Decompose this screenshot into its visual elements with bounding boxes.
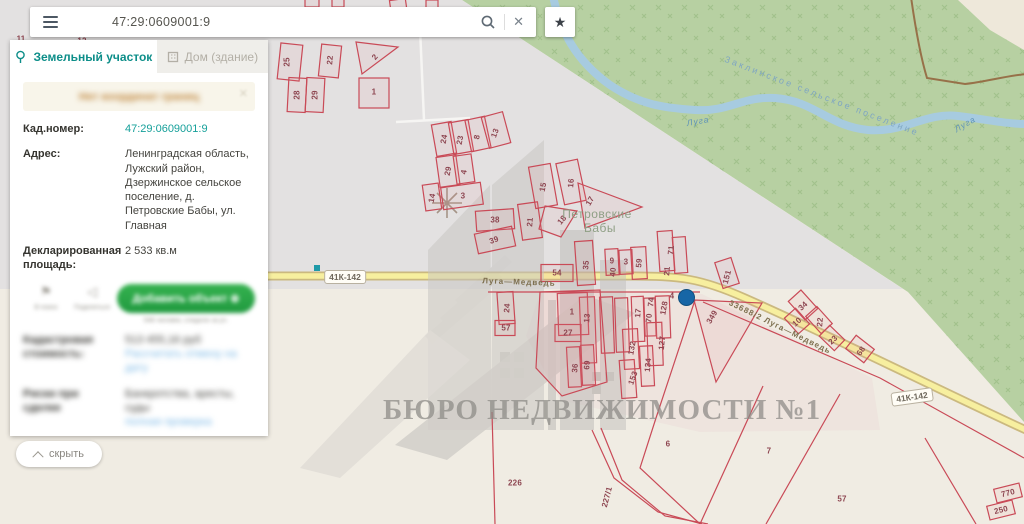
hide-panel-button[interactable]: скрыть — [16, 441, 102, 467]
bus-stop-icon — [314, 265, 320, 271]
field-area: Декларированная площадь: 2 533 кв.м — [23, 244, 255, 273]
panel-body: Нет координат границ ✕ Кад.номер: 47:29:… — [10, 73, 268, 436]
field-link[interactable]: Рассчитать отмену на дату — [125, 347, 255, 376]
cadastral-map-app: 1112252228292124238132943143839211516171… — [0, 0, 1024, 524]
add-object-caption: 548 человек, следили за уч. — [117, 317, 255, 324]
address-value: Ленинградская область, Лужский район, Дз… — [125, 147, 255, 233]
field-label: Риски при сделке — [23, 387, 115, 430]
actions-row: ⚑ В поиск ◁ Поделиться Добавить объект ⊕… — [23, 284, 255, 324]
field-cadastral-value: Кадастровая стоимость: 513 455,16 руб Ра… — [23, 333, 255, 376]
share-icon: ◁ — [69, 284, 115, 300]
banner-close-icon[interactable]: ✕ — [239, 87, 248, 100]
field-label: Адрес: — [23, 147, 115, 233]
field-value: Банкротства, аресты, суды — [125, 387, 255, 416]
panel-tabs: Земельный участок Дом (здание) — [10, 40, 268, 73]
tab-label: Земельный участок — [33, 50, 152, 64]
field-label: Декларированная площадь: — [23, 244, 115, 273]
field-cad-number: Кад.номер: 47:29:0609001:9 — [23, 122, 255, 136]
building-icon — [167, 51, 179, 63]
add-object-button[interactable]: Добавить объект ⊕ — [117, 284, 255, 313]
favorite-button[interactable]: ★ — [545, 7, 575, 37]
star-icon: ★ — [554, 14, 567, 31]
field-link[interactable]: полная проверка — [125, 415, 255, 429]
action-caption: В поиск — [23, 304, 69, 311]
tab-building[interactable]: Дом (здание) — [157, 40, 268, 73]
tab-land-parcel[interactable]: Земельный участок — [10, 40, 157, 73]
warning-banner: Нет координат границ ✕ — [23, 82, 255, 111]
flag-icon: ⚑ — [23, 284, 69, 300]
field-value: 513 455,16 руб — [125, 333, 255, 347]
area-value: 2 533 кв.м — [125, 244, 255, 273]
warning-banner-text: Нет координат границ — [79, 91, 199, 103]
divider — [504, 14, 505, 30]
search-bar[interactable]: 47:29:0609001:9 ✕ — [30, 7, 536, 37]
map-pin-icon — [14, 50, 27, 64]
tab-label: Дом (здание) — [185, 50, 258, 64]
search-input[interactable]: 47:29:0609001:9 — [112, 15, 480, 29]
add-object-wrap: Добавить объект ⊕ 548 человек, следили з… — [117, 284, 255, 324]
field-address: Адрес: Ленинградская область, Лужский ра… — [23, 147, 255, 233]
share-action-button[interactable]: ◁ Поделиться — [69, 284, 115, 311]
selected-parcel-marker[interactable] — [678, 289, 695, 306]
chevron-up-icon — [32, 451, 43, 462]
field-deal-risks: Риски при сделке Банкротства, аресты, су… — [23, 387, 255, 430]
clear-search-icon[interactable]: ✕ — [513, 14, 524, 30]
field-label: Кад.номер: — [23, 122, 115, 136]
action-caption: Поделиться — [69, 304, 115, 311]
hide-label: скрыть — [49, 448, 84, 460]
parcel-info-panel: Земельный участок Дом (здание) Нет коорд… — [10, 40, 268, 436]
field-label: Кадастровая стоимость: — [23, 333, 115, 376]
menu-icon[interactable] — [30, 7, 70, 37]
search-action-button[interactable]: ⚑ В поиск — [23, 284, 69, 311]
cad-number-value[interactable]: 47:29:0609001:9 — [125, 122, 255, 136]
search-icon[interactable] — [480, 14, 496, 30]
